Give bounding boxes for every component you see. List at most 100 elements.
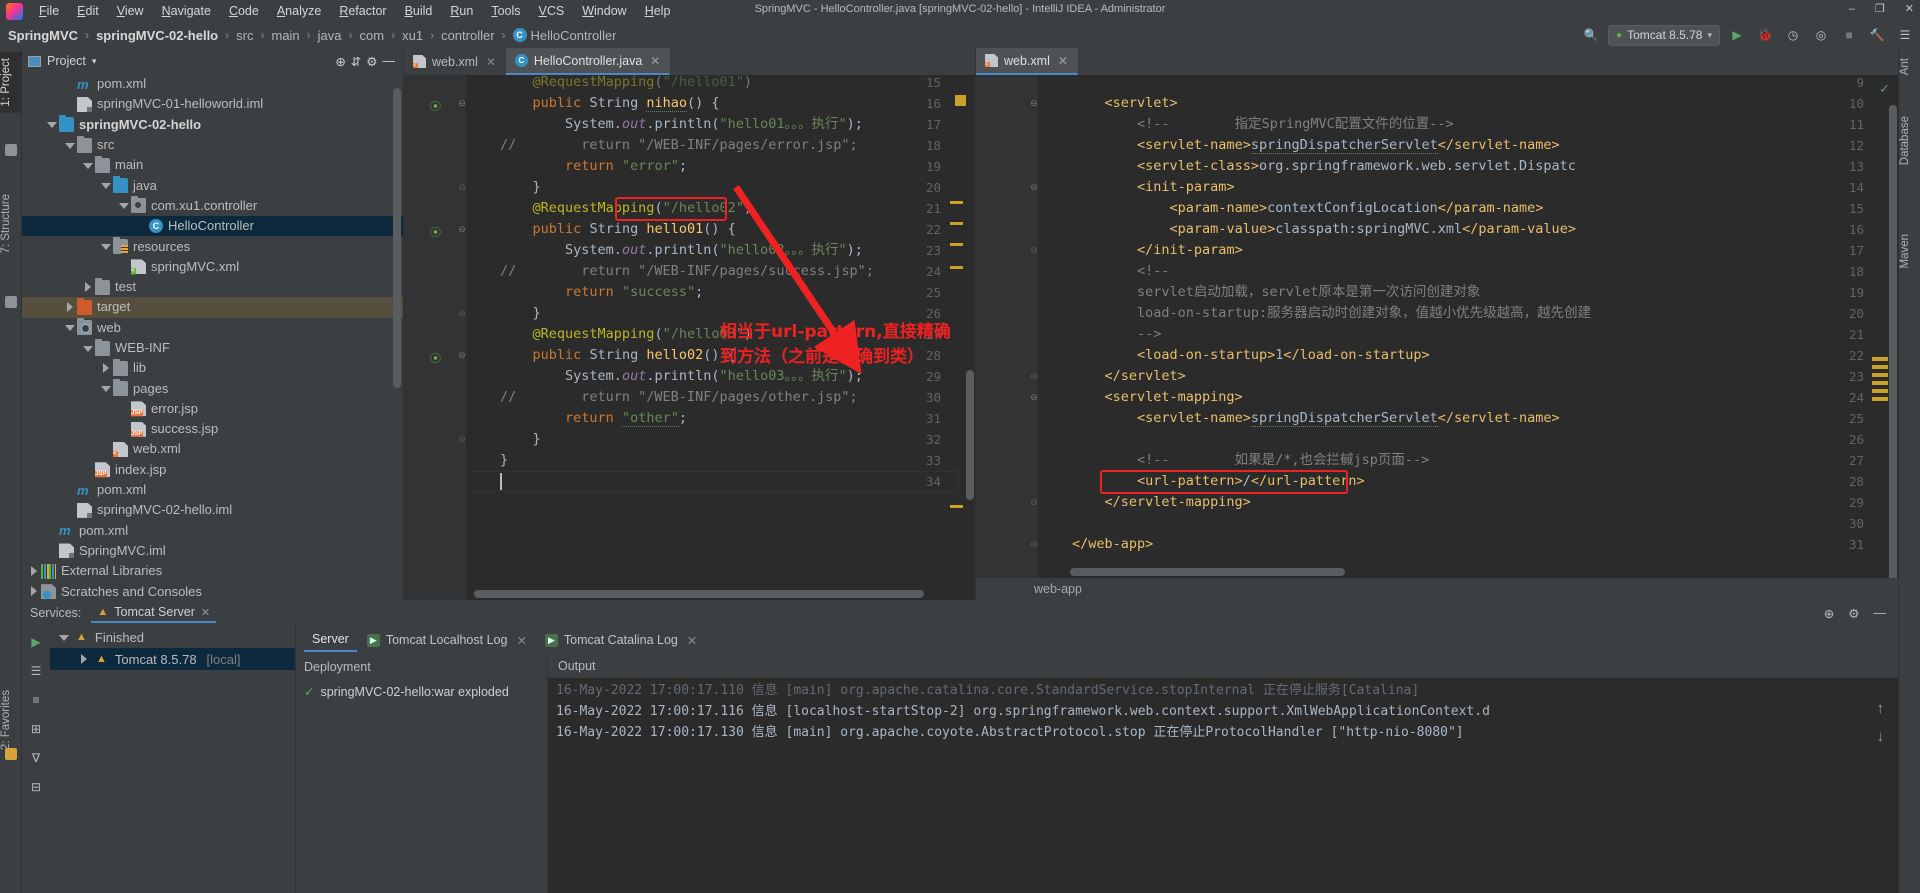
project-tree-scrollbar[interactable] (393, 88, 401, 388)
menu-item-vcs[interactable]: VCS (530, 2, 574, 20)
chevron-right-icon[interactable] (64, 301, 75, 313)
debug-button[interactable]: 🐞 (1754, 25, 1776, 46)
spring-bean-gutter-icon[interactable]: ⦿ (430, 224, 442, 239)
services-tree[interactable]: ▲ Finished ▲ Tomcat 8.5.78 [local] (50, 626, 295, 893)
strip-icon[interactable] (5, 144, 17, 156)
menu-item-file[interactable]: File (30, 2, 68, 20)
services-tab-tomcat-server[interactable]: ▲ Tomcat Server ✕ (91, 603, 217, 623)
chevron-down-icon[interactable] (100, 383, 111, 394)
tree-item-src[interactable]: src (22, 135, 403, 155)
code-fold-end-icon[interactable]: ⊖ (1029, 371, 1039, 381)
locate-icon[interactable]: ⊕ (1824, 606, 1834, 621)
services-content-tab-server[interactable]: Server (304, 628, 357, 652)
services-content-tab-tomcat-catalina-log[interactable]: ▶ Tomcat Catalina Log ✕ (537, 629, 705, 652)
tree-item-springmvc-02-hello-iml[interactable]: springMVC-02-hello.iml (22, 500, 403, 520)
editor-left-hscrollbar[interactable] (474, 590, 924, 598)
left-tab-7-structure[interactable]: 7: Structure (0, 188, 22, 259)
services-toolbar-button-0[interactable]: ▶ (28, 634, 44, 650)
search-icon[interactable]: 🔍 (1580, 25, 1602, 46)
scroll-up-icon[interactable]: ↑ (1877, 700, 1885, 717)
left-tab-2-favorites[interactable]: 2: Favorites (0, 684, 22, 756)
chevron-down-icon[interactable] (100, 241, 111, 252)
spring-bean-gutter-icon[interactable]: ⦿ (430, 98, 442, 113)
editor-right-hscrollbar[interactable] (1070, 568, 1345, 576)
error-stripe-mark[interactable] (950, 222, 963, 225)
editor-right-tabstrip[interactable]: web.xml ✕ (976, 48, 1898, 75)
editor-left-tab-web-xml[interactable]: web.xml ✕ (404, 48, 506, 75)
tree-item-pom-xml[interactable]: m pom.xml (22, 521, 403, 541)
project-tree[interactable]: m pom.xml springMVC-01-helloworld.iml sprin… (22, 74, 403, 600)
spring-bean-gutter-icon[interactable]: ⦿ (430, 350, 442, 365)
right-tab-maven[interactable]: Maven (1899, 228, 1920, 275)
breadcrumb-item-springmvc[interactable]: SpringMVC (8, 28, 78, 43)
tree-item-target[interactable]: target (22, 297, 403, 318)
tree-item-pages[interactable]: pages (22, 378, 403, 398)
close-icon[interactable]: ✕ (1058, 54, 1068, 68)
error-stripe-mark[interactable] (1872, 397, 1888, 401)
editor-left-tabstrip[interactable]: web.xml ✕ C HelloController.java ✕ (404, 48, 975, 75)
tree-item-error-jsp[interactable]: JSP error.jsp (22, 399, 403, 419)
menu-item-refactor[interactable]: Refactor (330, 2, 395, 20)
services-content-tabs[interactable]: Server ▶ Tomcat Localhost Log ✕ ▶ Tomcat Cata… (296, 626, 1898, 654)
chevron-right-icon[interactable] (82, 281, 93, 293)
tree-item-web[interactable]: web (22, 318, 403, 338)
right-tab-ant[interactable]: Ant (1899, 52, 1920, 81)
menu-item-navigate[interactable]: Navigate (153, 2, 220, 20)
build-button[interactable]: 🔨 (1866, 25, 1888, 46)
menu-item-window[interactable]: Window (573, 2, 635, 20)
left-tab-1-project[interactable]: 1: Project (0, 52, 22, 113)
right-tab-database[interactable]: Database (1899, 110, 1920, 171)
code-fold-open-icon[interactable]: ⊖ (1029, 98, 1039, 108)
code-fold-end-icon[interactable]: ⊖ (457, 434, 467, 444)
chevron-right-icon[interactable] (28, 586, 39, 597)
services-toolbar-button-1[interactable]: ☰ (28, 663, 44, 679)
breadcrumb-item-main[interactable]: main (271, 28, 299, 43)
error-stripe-mark[interactable] (1872, 373, 1888, 377)
close-icon[interactable]: ✕ (687, 633, 697, 648)
tree-item-java[interactable]: java (22, 175, 403, 195)
editor-right-tab-web-xml[interactable]: web.xml ✕ (976, 48, 1078, 75)
breadcrumb-item-src[interactable]: src (236, 28, 253, 43)
breadcrumb-item-springmvc-02-hello[interactable]: springMVC-02-hello (96, 28, 218, 43)
tree-item-springmvc-iml[interactable]: SpringMVC.iml (22, 541, 403, 561)
menu-item-help[interactable]: Help (636, 2, 680, 20)
services-tree-item-tomcat-8-5-78[interactable]: ▲ Tomcat 8.5.78 [local] (50, 648, 295, 670)
editor-gutter[interactable] (404, 75, 466, 600)
error-stripe-mark[interactable] (950, 266, 963, 269)
menu-item-edit[interactable]: Edit (68, 2, 108, 20)
strip-icon[interactable] (5, 748, 17, 760)
services-toolbar-button-5[interactable]: ⊟ (28, 779, 44, 795)
code-fold-open-icon[interactable]: ⊖ (1029, 182, 1039, 192)
collapse-all-icon[interactable]: ⇵ (351, 54, 361, 69)
stop-button[interactable]: ■ (1838, 25, 1860, 46)
chevron-right-icon[interactable] (100, 362, 111, 374)
close-icon[interactable]: ✕ (486, 55, 496, 69)
breadcrumb-item-java[interactable]: java (318, 28, 342, 43)
chevron-down-icon[interactable] (100, 180, 111, 191)
menu-item-tools[interactable]: Tools (482, 2, 529, 20)
tree-item-pom-xml[interactable]: m pom.xml (22, 480, 403, 500)
warning-stripe-mark[interactable] (955, 95, 966, 106)
tree-item-com-xu1-controller[interactable]: com.xu1.controller (22, 196, 403, 216)
editor-left-tab-hellocontroller-java[interactable]: C HelloController.java ✕ (505, 48, 671, 75)
editor-left-code[interactable]: 15 @RequestMapping("/hello01") 16 ⦿ ⊖ publi… (404, 75, 975, 600)
chevron-down-icon[interactable]: ▾ (92, 56, 97, 67)
breadcrumb-item-com[interactable]: com (360, 28, 385, 43)
menu-item-analyze[interactable]: Analyze (268, 2, 330, 20)
menu-item-view[interactable]: View (108, 2, 153, 20)
menu-item-build[interactable]: Build (396, 2, 442, 20)
chevron-right-icon[interactable] (78, 653, 89, 665)
services-toolbar-button-3[interactable]: ⊞ (28, 721, 44, 737)
chevron-down-icon[interactable] (82, 160, 93, 171)
close-icon[interactable]: ✕ (650, 54, 660, 68)
chevron-down-icon[interactable] (64, 140, 75, 151)
breadcrumb-item-controller[interactable]: controller (441, 28, 494, 43)
chevron-down-icon[interactable] (64, 322, 75, 333)
scroll-down-icon[interactable]: ↓ (1877, 728, 1885, 745)
error-stripe-mark[interactable] (1872, 357, 1888, 361)
strip-icon[interactable] (5, 296, 17, 308)
services-tree-item-finished[interactable]: ▲ Finished (50, 626, 295, 648)
chevron-down-icon[interactable] (118, 200, 129, 211)
tree-item-hellocontroller[interactable]: C HelloController (22, 216, 403, 237)
editor-right-code[interactable]: 9 10 ⊖ <servlet> 11 <!-- 指定SpringMVC配置文件的位置… (976, 75, 1898, 578)
